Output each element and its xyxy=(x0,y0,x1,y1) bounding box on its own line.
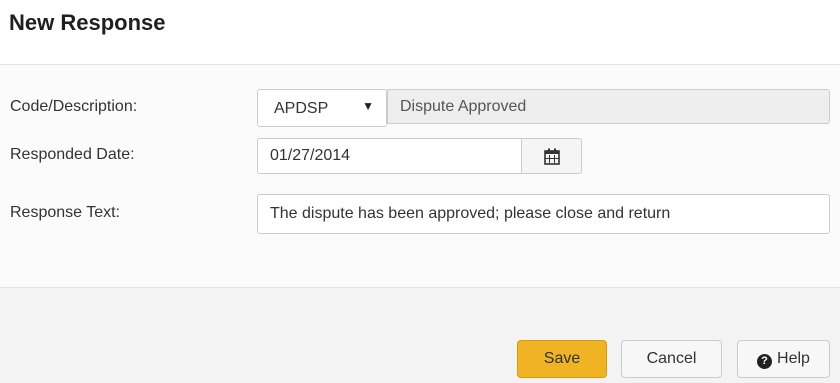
code-description-label: Code/Description: xyxy=(10,98,138,115)
chevron-down-icon: ▼ xyxy=(362,99,374,113)
date-picker-button[interactable] xyxy=(521,138,582,174)
code-select[interactable]: APDSP ▼ xyxy=(257,89,387,127)
responded-date-input[interactable]: 01/27/2014 xyxy=(257,138,522,174)
help-button[interactable]: ? Help xyxy=(737,340,830,378)
help-button-label: Help xyxy=(777,350,810,367)
response-text-input[interactable]: The dispute has been approved; please cl… xyxy=(257,194,830,234)
save-button[interactable]: Save xyxy=(517,340,607,378)
description-field: Dispute Approved xyxy=(387,89,830,124)
dialog-title: New Response xyxy=(9,10,166,35)
cancel-button[interactable]: Cancel xyxy=(621,340,722,378)
response-text-label: Response Text: xyxy=(10,204,120,221)
response-text-value: The dispute has been approved; please cl… xyxy=(270,205,671,222)
description-value: Dispute Approved xyxy=(400,98,527,115)
new-response-dialog: New Response Code/Description: APDSP ▼ D… xyxy=(0,0,840,383)
code-select-value: APDSP xyxy=(274,100,329,117)
question-circle-icon: ? xyxy=(757,354,773,369)
responded-date-label: Responded Date: xyxy=(10,146,135,163)
calendar-icon xyxy=(544,148,560,165)
responded-date-value: 01/27/2014 xyxy=(270,147,351,164)
